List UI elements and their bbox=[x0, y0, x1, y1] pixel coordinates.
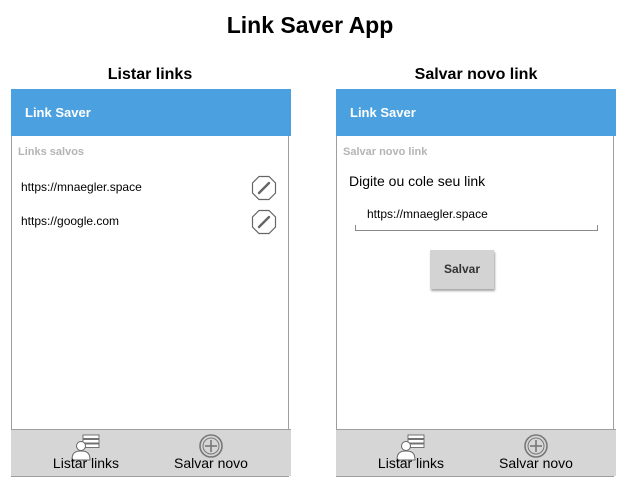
bottom-nav: Listar links Salvar novo bbox=[11, 429, 291, 476]
screen-title-list: Listar links bbox=[107, 66, 193, 83]
save-button[interactable]: Salvar bbox=[430, 250, 494, 289]
link-input-label: Digite ou cole seu link bbox=[349, 173, 486, 189]
nav-item-list-links[interactable]: Listar links bbox=[31, 430, 141, 476]
app-bar: Link Saver bbox=[11, 89, 291, 136]
nav-label-list: Listar links bbox=[377, 455, 445, 471]
app-bar-title: Link Saver bbox=[350, 105, 416, 120]
edit-icon[interactable] bbox=[251, 175, 277, 201]
app-bar-title: Link Saver bbox=[25, 105, 91, 120]
page-title: Link Saver App bbox=[226, 12, 394, 38]
link-url[interactable]: https://google.com bbox=[21, 214, 119, 228]
nav-label-list: Listar links bbox=[52, 455, 120, 471]
screen-title-save: Salvar novo link bbox=[414, 66, 538, 83]
link-url[interactable]: https://mnaegler.space bbox=[21, 180, 142, 194]
nav-item-save-new[interactable]: Salvar novo bbox=[481, 430, 591, 476]
nav-label-new: Salvar novo bbox=[499, 455, 573, 471]
section-label: Links salvos bbox=[18, 146, 85, 158]
nav-item-save-new[interactable]: Salvar novo bbox=[156, 430, 266, 476]
bottom-nav: Listar links Salvar novo bbox=[336, 429, 616, 476]
app-bar: Link Saver bbox=[336, 89, 616, 136]
link-input-value[interactable]: https://mnaegler.space bbox=[367, 207, 488, 221]
list-screen: Link Saver Links salvos https://mnaegler… bbox=[11, 89, 291, 477]
link-input[interactable]: https://mnaegler.space bbox=[355, 202, 598, 231]
list-item[interactable]: https://google.com bbox=[21, 209, 277, 235]
edit-icon[interactable] bbox=[251, 209, 277, 235]
nav-item-list-links[interactable]: Listar links bbox=[356, 430, 466, 476]
save-screen: Link Saver Salvar novo link Digite ou co… bbox=[336, 89, 616, 477]
nav-label-new: Salvar novo bbox=[174, 455, 248, 471]
wireframe-canvas: Link Saver App Listar links Salvar novo … bbox=[0, 0, 626, 490]
section-label: Salvar novo link bbox=[343, 146, 428, 158]
list-item[interactable]: https://mnaegler.space bbox=[21, 175, 277, 201]
